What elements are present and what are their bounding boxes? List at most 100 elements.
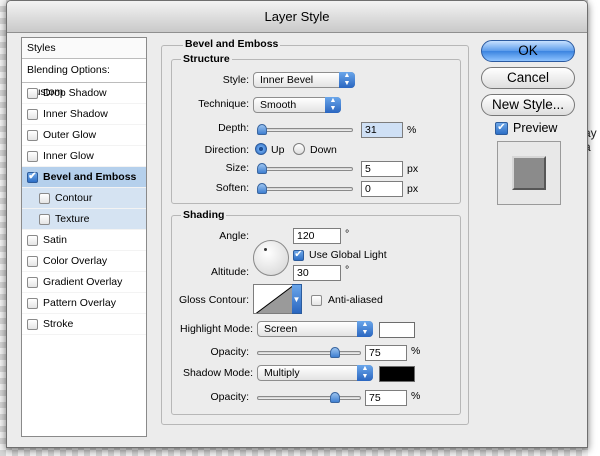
style-item-label: Stroke [43,317,74,330]
shadow-opacity-label: Opacity: [210,391,249,403]
highlight-opacity-thumb[interactable] [330,347,340,358]
direction-down-radio[interactable] [293,143,305,155]
highlight-opacity-label: Opacity: [210,346,249,358]
direction-down-label: Down [310,144,337,156]
satin-checkbox[interactable] [27,234,38,246]
inner-shadow-checkbox[interactable] [27,108,38,120]
shadow-mode-label: Shadow Mode: [182,367,253,379]
contour-checkbox[interactable] [39,192,50,204]
soften-slider-thumb[interactable] [257,183,267,194]
style-item-label: Pattern Overlay [43,296,116,309]
highlight-mode-value: Screen [264,323,298,335]
style-item-texture[interactable]: Texture [22,209,146,230]
style-select[interactable]: Inner Bevel ▲ ▼ [253,72,355,88]
bevel-emboss-checkbox[interactable]: ✔ [27,171,38,183]
style-item-inner-glow[interactable]: Inner Glow [22,146,146,167]
angle-dial-indicator [264,248,267,251]
anti-aliased-checkbox[interactable] [311,294,322,306]
updown-arrows-icon: ▲ ▼ [357,365,373,381]
style-item-pattern-overlay[interactable]: Pattern Overlay [22,293,146,314]
style-item-label: Texture [55,212,90,225]
texture-checkbox[interactable] [39,213,50,225]
style-item-outer-glow[interactable]: Outer Glow [22,125,146,146]
size-label: Size: [225,162,249,174]
style-item-label: Drop Shadow [43,86,107,99]
size-slider[interactable] [257,163,353,174]
stroke-checkbox[interactable] [27,318,38,330]
gloss-contour-preview[interactable] [253,284,293,314]
depth-slider[interactable] [257,124,353,135]
global-light-checkbox[interactable]: ✔ [293,249,304,261]
highlight-color-swatch[interactable] [379,322,415,338]
angle-dial[interactable] [253,240,289,276]
direction-up-label: Up [271,144,285,156]
style-item-satin[interactable]: Satin [22,230,146,251]
depth-input[interactable]: 31 [361,122,403,138]
gloss-contour-label: Gloss Contour: [178,294,249,306]
layer-style-dialog: Layer Style Styles Blending Options: Cus… [6,0,588,448]
angle-unit: ° [345,228,350,240]
global-light-label: Use Global Light [309,249,387,261]
preview-checkbox[interactable]: ✔ [495,121,508,135]
anti-aliased-option[interactable]: Anti-aliased [311,294,383,306]
style-item-inner-shadow[interactable]: Inner Shadow [22,104,146,125]
shadow-opacity-unit: % [411,390,421,402]
styles-list: Styles Blending Options: Custom Drop Sha… [21,37,147,437]
shadow-color-swatch[interactable] [379,366,415,382]
size-slider-thumb[interactable] [257,163,267,174]
ok-button[interactable]: OK [481,40,575,62]
shadow-opacity-thumb[interactable] [330,392,340,403]
new-style-button[interactable]: New Style... [481,94,575,116]
cancel-button[interactable]: Cancel [481,67,575,89]
updown-arrows-icon: ▲ ▼ [325,97,341,113]
style-item-bevel-and-emboss[interactable]: ✔ Bevel and Emboss [22,167,146,188]
style-item-label: Bevel and Emboss [43,170,137,183]
style-item-stroke[interactable]: Stroke [22,314,146,335]
shadow-opacity-input[interactable]: 75 [365,390,407,406]
angle-label: Angle: [219,230,249,242]
color-overlay-checkbox[interactable] [27,255,38,267]
highlight-opacity-slider[interactable] [257,347,361,358]
technique-label: Technique: [198,98,249,110]
style-preview-thumbnail [497,141,561,205]
soften-slider[interactable] [257,183,353,194]
preview-option[interactable]: ✔ Preview [495,121,557,135]
style-label: Style: [222,74,249,86]
shadow-mode-select[interactable]: Multiply ▲ ▼ [257,365,373,381]
contour-curve-icon [255,285,292,313]
inner-glow-checkbox[interactable] [27,150,38,162]
chevron-down-icon[interactable]: ▼ [292,284,302,314]
highlight-opacity-unit: % [411,345,421,357]
highlight-mode-select[interactable]: Screen ▲ ▼ [257,321,373,337]
bevel-emboss-title: Bevel and Emboss [183,38,281,50]
highlight-mode-label: Highlight Mode: [180,323,253,335]
angle-input[interactable]: 120 [293,228,341,244]
altitude-input[interactable]: 30 [293,265,341,281]
gradient-overlay-checkbox[interactable] [27,276,38,288]
style-item-label: Inner Shadow [43,107,108,120]
depth-label: Depth: [218,122,249,134]
depth-slider-thumb[interactable] [257,124,267,135]
size-input[interactable]: 5 [361,161,403,177]
global-light-option[interactable]: ✔ Use Global Light [293,249,387,261]
styles-header[interactable]: Styles [22,38,146,59]
soften-input[interactable]: 0 [361,181,403,197]
shadow-opacity-slider[interactable] [257,392,361,403]
style-select-value: Inner Bevel [260,74,314,86]
preview-swatch [512,156,546,190]
drop-shadow-checkbox[interactable] [27,87,38,99]
direction-up-radio[interactable] [255,143,267,155]
style-item-gradient-overlay[interactable]: Gradient Overlay [22,272,146,293]
pattern-overlay-checkbox[interactable] [27,297,38,309]
highlight-opacity-input[interactable]: 75 [365,345,407,361]
soften-unit: px [407,183,419,195]
background-document [588,0,600,456]
size-unit: px [407,163,419,175]
updown-arrows-icon: ▲ ▼ [357,321,373,337]
technique-select[interactable]: Smooth ▲ ▼ [253,97,341,113]
blending-options-item[interactable]: Blending Options: Custom [22,59,146,98]
outer-glow-checkbox[interactable] [27,129,38,141]
style-item-color-overlay[interactable]: Color Overlay [22,251,146,272]
style-item-contour[interactable]: Contour [22,188,146,209]
preview-label: Preview [513,121,558,135]
